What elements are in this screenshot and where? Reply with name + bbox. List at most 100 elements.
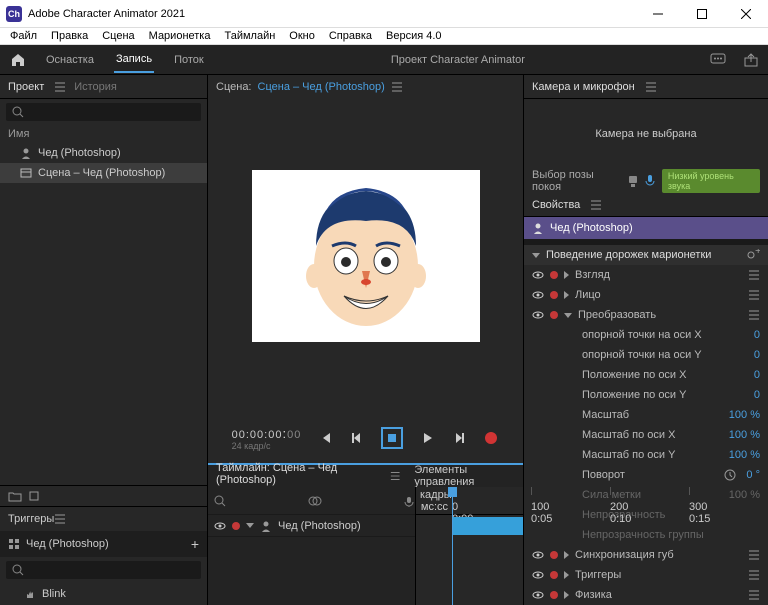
property-value[interactable]: 100 % bbox=[729, 489, 760, 501]
eye-icon[interactable] bbox=[532, 309, 544, 321]
scene-link[interactable]: Сцена – Чед (Photoshop) bbox=[258, 81, 385, 93]
goto-start-button[interactable] bbox=[317, 430, 333, 446]
minimize-button[interactable] bbox=[636, 0, 680, 28]
hamburger-icon[interactable] bbox=[590, 199, 602, 211]
arm-icon[interactable] bbox=[232, 522, 240, 530]
property-row[interactable]: опорной точки на оси X0 bbox=[524, 325, 768, 345]
property-row[interactable]: Преобразовать bbox=[524, 305, 768, 325]
history-tab[interactable]: История bbox=[74, 81, 117, 93]
eye-icon[interactable] bbox=[532, 269, 544, 281]
property-row[interactable]: Взгляд bbox=[524, 265, 768, 285]
menu-version[interactable]: Версия 4.0 bbox=[380, 28, 448, 44]
search-icon[interactable] bbox=[214, 495, 226, 507]
hamburger-icon[interactable] bbox=[748, 569, 760, 581]
share-icon[interactable] bbox=[744, 53, 758, 67]
mic-icon[interactable] bbox=[644, 174, 655, 188]
triggers-search[interactable] bbox=[6, 561, 201, 579]
stage[interactable] bbox=[208, 99, 523, 413]
property-row[interactable]: Триггеры bbox=[524, 565, 768, 585]
menu-timeline[interactable]: Таймлайн bbox=[218, 28, 281, 44]
new-item-icon[interactable] bbox=[28, 490, 40, 502]
controls-tab[interactable]: Элементы управления bbox=[414, 464, 515, 488]
property-row[interactable]: Лицо bbox=[524, 285, 768, 305]
property-row[interactable]: опорной точки на оси Y0 bbox=[524, 345, 768, 365]
hamburger-icon[interactable] bbox=[390, 470, 400, 482]
add-behavior-icon[interactable]: + bbox=[746, 249, 760, 261]
play-button[interactable] bbox=[419, 430, 435, 446]
property-row[interactable]: Непрозрачность bbox=[524, 505, 768, 525]
clock-icon[interactable] bbox=[724, 469, 736, 481]
maximize-button[interactable] bbox=[680, 0, 724, 28]
hamburger-icon[interactable] bbox=[748, 589, 760, 601]
menu-edit[interactable]: Правка bbox=[45, 28, 94, 44]
property-value[interactable]: 0 bbox=[754, 389, 760, 401]
timeline-tracks[interactable]: кадрымс:сс 00:00 1000:05 2000:10 3000:15 bbox=[416, 487, 523, 605]
property-value[interactable]: 0 bbox=[754, 369, 760, 381]
property-value[interactable]: 100 % bbox=[729, 429, 760, 441]
stop-button[interactable] bbox=[381, 427, 403, 449]
triggers-puppet-row[interactable]: Чед (Photoshop) + bbox=[0, 531, 207, 557]
timeline-clip[interactable] bbox=[452, 517, 523, 535]
trigger-item[interactable]: Blink bbox=[0, 583, 207, 605]
close-button[interactable] bbox=[724, 0, 768, 28]
hamburger-icon[interactable] bbox=[748, 549, 760, 561]
eye-icon[interactable] bbox=[532, 589, 544, 601]
menu-window[interactable]: Окно bbox=[283, 28, 321, 44]
eye-icon[interactable] bbox=[532, 549, 544, 561]
menu-puppet[interactable]: Марионетка bbox=[143, 28, 217, 44]
property-row[interactable]: Масштаб100 % bbox=[524, 405, 768, 425]
project-search[interactable] bbox=[6, 103, 201, 121]
arm-icon[interactable] bbox=[550, 311, 558, 319]
property-row[interactable]: Сила метки100 % bbox=[524, 485, 768, 505]
record-button[interactable] bbox=[483, 430, 499, 446]
playhead[interactable] bbox=[452, 487, 453, 605]
timeline-ruler[interactable]: кадрымс:сс 00:00 1000:05 2000:10 3000:15 bbox=[416, 487, 523, 515]
hamburger-icon[interactable] bbox=[748, 289, 760, 301]
prev-frame-button[interactable] bbox=[349, 430, 365, 446]
arm-icon[interactable] bbox=[550, 271, 558, 279]
hamburger-icon[interactable] bbox=[645, 81, 657, 93]
eye-icon[interactable] bbox=[532, 569, 544, 581]
property-row[interactable]: Непрозрачность группы bbox=[524, 525, 768, 545]
property-value[interactable]: 100 % bbox=[729, 409, 760, 421]
behavior-header[interactable]: Поведение дорожек марионетки + bbox=[524, 245, 768, 265]
webcam-icon[interactable] bbox=[627, 174, 638, 188]
folder-icon[interactable] bbox=[8, 490, 22, 502]
property-row[interactable]: Синхронизация губ bbox=[524, 545, 768, 565]
property-row[interactable]: Масштаб по оси X100 % bbox=[524, 425, 768, 445]
puppet-header-row[interactable]: Чед (Photoshop) bbox=[524, 217, 768, 239]
hamburger-icon[interactable] bbox=[54, 513, 66, 525]
property-value[interactable]: 100 % bbox=[729, 449, 760, 461]
arm-icon[interactable] bbox=[550, 591, 558, 599]
property-row[interactable]: Физика bbox=[524, 585, 768, 605]
property-value[interactable]: 0 bbox=[754, 349, 760, 361]
eye-icon[interactable] bbox=[532, 289, 544, 301]
mic-icon[interactable] bbox=[403, 495, 415, 507]
property-value[interactable]: 0 bbox=[754, 329, 760, 341]
menu-scene[interactable]: Сцена bbox=[96, 28, 140, 44]
chevron-down-icon[interactable] bbox=[246, 523, 254, 528]
add-trigger-button[interactable]: + bbox=[191, 536, 199, 552]
next-frame-button[interactable] bbox=[451, 430, 467, 446]
property-row[interactable]: Масштаб по оси Y100 % bbox=[524, 445, 768, 465]
property-row[interactable]: Поворот0 ° bbox=[524, 465, 768, 485]
arm-icon[interactable] bbox=[550, 291, 558, 299]
hamburger-icon[interactable] bbox=[748, 309, 760, 321]
tab-rig[interactable]: Оснастка bbox=[44, 48, 96, 72]
pose-label[interactable]: Выбор позы покоя bbox=[532, 169, 621, 193]
eye-icon[interactable] bbox=[214, 520, 226, 532]
property-value[interactable]: 0 ° bbox=[746, 469, 760, 481]
project-item-puppet[interactable]: Чед (Photoshop) bbox=[0, 143, 207, 163]
arm-icon[interactable] bbox=[550, 551, 558, 559]
blend-icon[interactable] bbox=[308, 495, 322, 507]
project-item-scene[interactable]: Сцена – Чед (Photoshop) bbox=[0, 163, 207, 183]
property-row[interactable]: Положение по оси Y0 bbox=[524, 385, 768, 405]
chat-icon[interactable] bbox=[710, 53, 726, 67]
hamburger-icon[interactable] bbox=[748, 269, 760, 281]
menu-help[interactable]: Справка bbox=[323, 28, 378, 44]
arm-icon[interactable] bbox=[550, 571, 558, 579]
hamburger-icon[interactable] bbox=[54, 81, 66, 93]
tab-record[interactable]: Запись bbox=[114, 47, 154, 73]
menu-file[interactable]: Файл bbox=[4, 28, 43, 44]
property-row[interactable]: Положение по оси X0 bbox=[524, 365, 768, 385]
